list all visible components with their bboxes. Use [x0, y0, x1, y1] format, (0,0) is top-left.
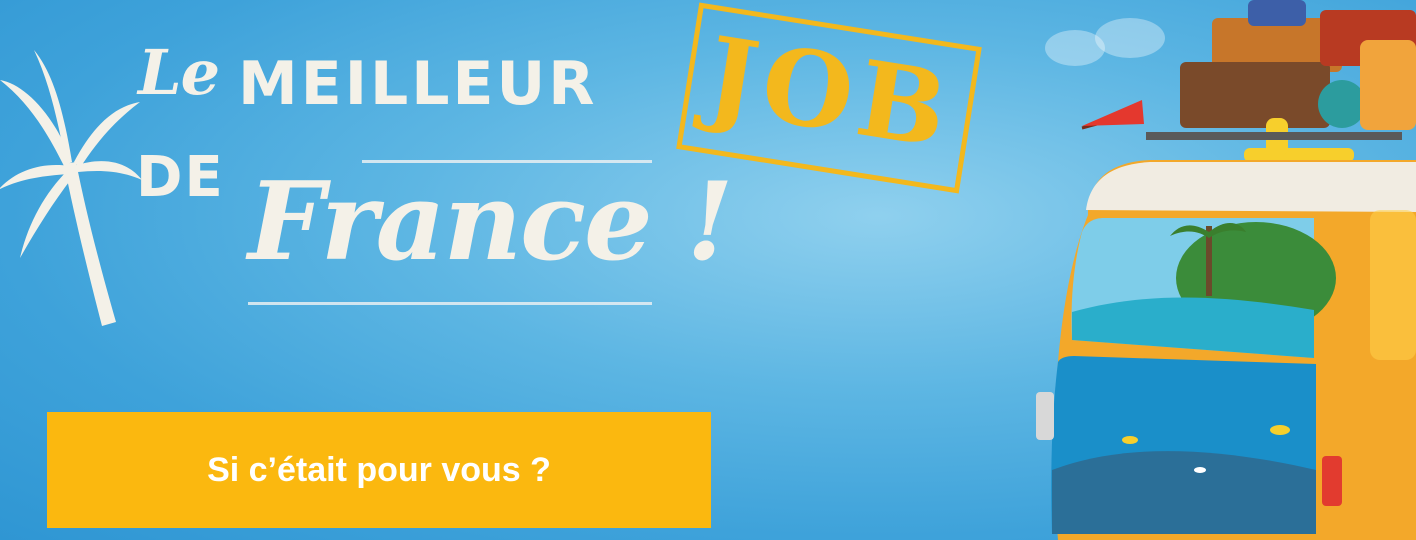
cta-button[interactable]: Si c’était pour vous ? [47, 412, 711, 528]
headline-france: France ! [248, 159, 734, 285]
palm-tree-icon [0, 50, 142, 326]
headline-le: Le [138, 36, 220, 109]
stamp-text: JOB [698, 12, 961, 173]
headline-meilleur: MEILLEUR [238, 49, 598, 119]
promo-banner[interactable]: Le MEILLEUR DE France ! JOB Si c’était p… [0, 0, 1416, 540]
van-illustration [1036, 0, 1416, 540]
headline-de: DE [136, 145, 225, 210]
divider-line [248, 302, 652, 305]
